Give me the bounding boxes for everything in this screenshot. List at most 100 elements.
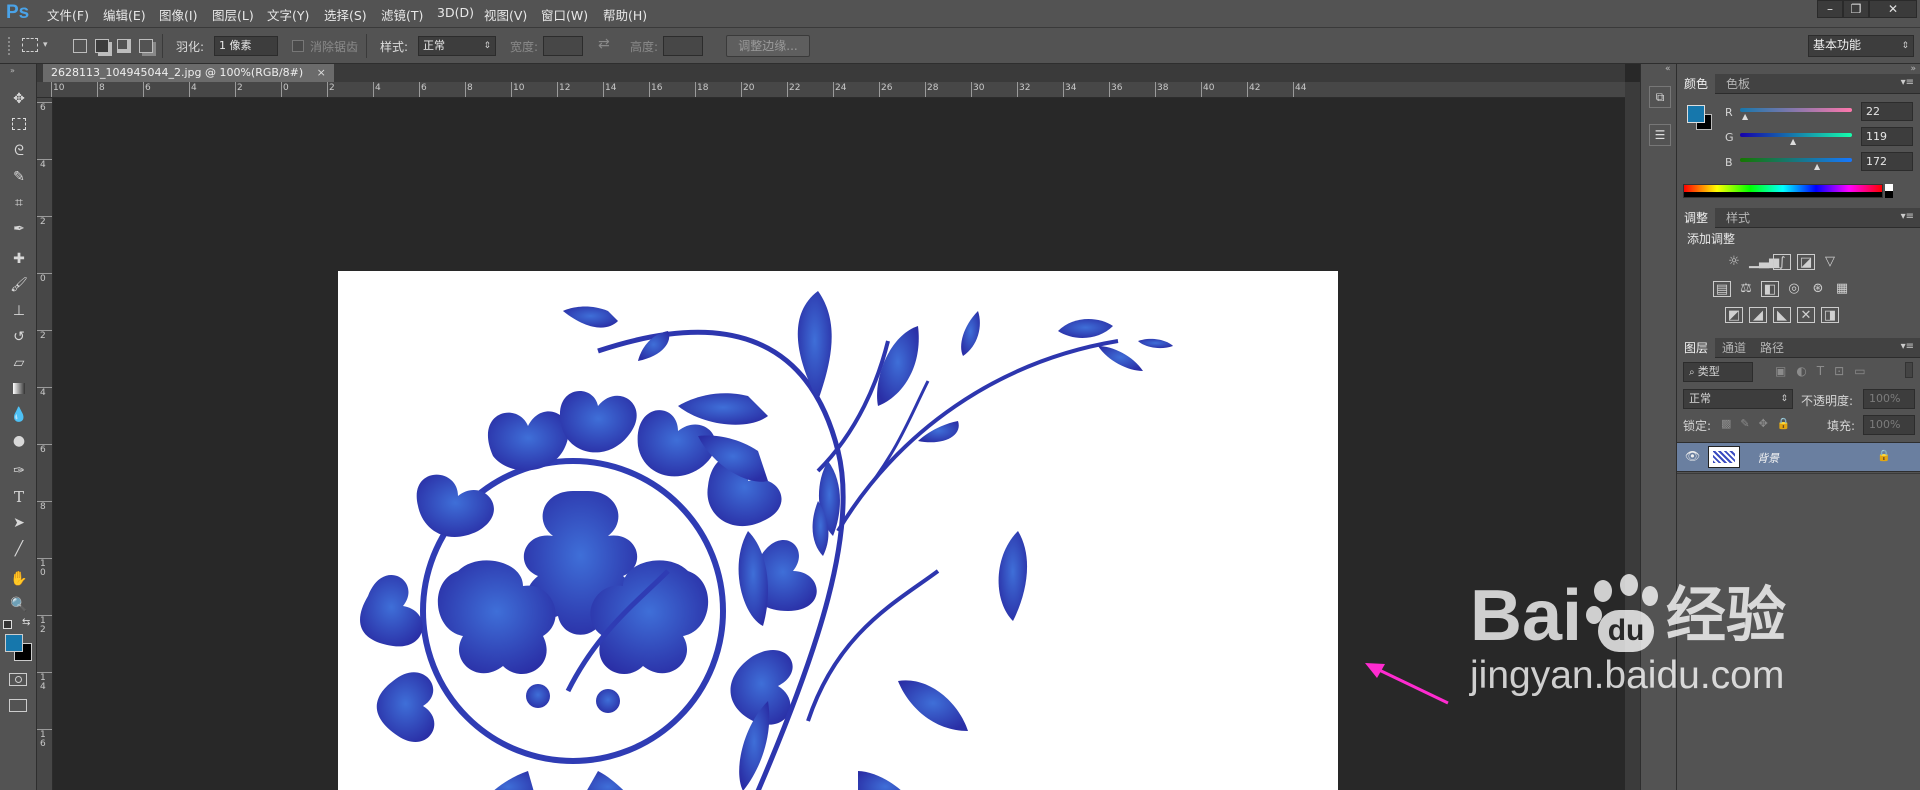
r-slider[interactable]	[1740, 108, 1852, 112]
foreground-color-swatch[interactable]	[5, 634, 23, 652]
marquee-tool-preset-icon[interactable]	[22, 38, 38, 52]
antialias-checkbox[interactable]	[292, 40, 304, 52]
dodge-tool-icon[interactable]: ●	[8, 430, 30, 452]
menu-select[interactable]: 选择(S)	[324, 5, 367, 24]
type-tool-icon[interactable]: T	[8, 486, 30, 508]
black-white-icon[interactable]: ◧	[1761, 281, 1779, 297]
lasso-tool-icon[interactable]: ᘓ	[8, 140, 30, 162]
hue-saturation-icon[interactable]: ▤	[1713, 281, 1731, 297]
eyedropper-icon[interactable]: ✒	[8, 218, 30, 240]
feather-input[interactable]: 1 像素	[214, 36, 278, 56]
brightness-contrast-icon[interactable]: ☼	[1725, 254, 1743, 270]
menu-edit[interactable]: 编辑(E)	[103, 5, 146, 24]
menu-file[interactable]: 文件(F)	[47, 5, 89, 24]
levels-icon[interactable]: ▁▃▅	[1749, 254, 1779, 270]
tab-channels[interactable]: 通道	[1715, 338, 1753, 358]
new-selection-icon[interactable]	[73, 39, 87, 53]
gradient-tool-icon[interactable]	[13, 383, 25, 394]
restore-button[interactable]: ❐	[1843, 0, 1869, 18]
posterize-icon[interactable]: ◢	[1749, 307, 1767, 323]
panel-menu-icon[interactable]: ▾≡	[1901, 341, 1914, 352]
b-slider[interactable]	[1740, 158, 1852, 162]
close-tab-icon[interactable]: ×	[317, 66, 326, 79]
menu-filter[interactable]: 滤镜(T)	[381, 5, 423, 24]
add-selection-icon[interactable]	[95, 39, 109, 53]
collapse-arrows-icon[interactable]: «	[1665, 64, 1671, 74]
blend-mode-select[interactable]: 正常 ⇕	[1683, 389, 1793, 409]
tab-swatches[interactable]: 色板	[1719, 74, 1757, 94]
tab-paths[interactable]: 路径	[1753, 338, 1791, 358]
close-window-button[interactable]: ✕	[1869, 0, 1917, 18]
r-slider-thumb-icon[interactable]: ▲	[1742, 112, 1748, 121]
layer-thumbnail[interactable]	[1708, 446, 1740, 468]
eraser-tool-icon[interactable]: ▱	[8, 352, 30, 374]
menu-view[interactable]: 视图(V)	[484, 5, 527, 24]
tab-color[interactable]: 颜色	[1677, 74, 1716, 94]
curves-icon[interactable]: ∫	[1773, 254, 1791, 270]
crop-tool-icon[interactable]: ⌗	[8, 192, 30, 214]
layer-row-background[interactable]: 👁 背景 🔒	[1677, 442, 1920, 472]
foreground-color-swatch[interactable]	[1687, 105, 1705, 123]
filter-toggle[interactable]	[1905, 362, 1913, 378]
white-swatch[interactable]	[1885, 184, 1893, 191]
photo-filter-icon[interactable]: ◎	[1785, 281, 1803, 297]
document-tab[interactable]: 2628113_104945044_2.jpg @ 100%(RGB/8#) ×	[43, 64, 334, 82]
menu-image[interactable]: 图像(I)	[159, 5, 197, 24]
menu-help[interactable]: 帮助(H)	[603, 5, 647, 24]
history-brush-icon[interactable]: ↺	[8, 326, 30, 348]
workspace-select[interactable]: 基本功能 ⇕	[1808, 35, 1914, 57]
brush-tool-icon[interactable]: 🖌	[8, 274, 30, 296]
exposure-icon[interactable]: ◪	[1797, 254, 1815, 270]
channel-mixer-icon[interactable]: ⊛	[1809, 281, 1827, 297]
properties-panel-icon[interactable]: ☰	[1649, 124, 1671, 146]
b-slider-thumb-icon[interactable]: ▲	[1814, 162, 1820, 171]
horizontal-ruler[interactable]: 10 8 6 4 2 0 2 4 6 8 10 12 14 16 18 20 22 24 26 28 30 32 34 36 3…	[41, 82, 1625, 98]
refine-edge-button[interactable]: 调整边缘...	[726, 35, 810, 57]
g-value-input[interactable]: 119	[1861, 127, 1913, 146]
zoom-tool-icon[interactable]: 🔍	[8, 594, 30, 616]
default-colors-icon[interactable]	[3, 620, 12, 629]
pen-tool-icon[interactable]: ✑	[8, 460, 30, 482]
vibrance-icon[interactable]: ▽	[1821, 254, 1839, 270]
panel-menu-icon[interactable]: ▾≡	[1901, 77, 1914, 88]
preset-dropdown-icon[interactable]: ▾	[43, 40, 48, 50]
history-panel-icon[interactable]: ⧉	[1649, 86, 1671, 108]
black-swatch[interactable]	[1885, 191, 1893, 198]
spot-healing-icon[interactable]: ✚	[8, 248, 30, 270]
tab-layers[interactable]: 图层	[1677, 338, 1716, 358]
r-value-input[interactable]: 22	[1861, 102, 1913, 121]
color-balance-icon[interactable]: ⚖	[1737, 281, 1755, 297]
width-input[interactable]	[543, 36, 583, 56]
g-slider-thumb-icon[interactable]: ▲	[1790, 137, 1796, 146]
collapse-arrows-icon[interactable]: »	[1910, 64, 1916, 74]
lock-icons[interactable]: ▩✎✥🔒	[1721, 417, 1800, 430]
canvas-area[interactable]	[53, 98, 1625, 790]
menu-window[interactable]: 窗口(W)	[541, 5, 588, 24]
quick-selection-icon[interactable]: ✎	[8, 166, 30, 188]
intersect-selection-icon[interactable]	[139, 39, 153, 53]
fill-input[interactable]: 100%	[1863, 415, 1915, 435]
invert-icon[interactable]: ◩	[1725, 307, 1743, 323]
threshold-icon[interactable]: ◣	[1773, 307, 1791, 323]
style-select[interactable]: 正常 ⇕	[418, 36, 496, 56]
blur-tool-icon[interactable]: 💧	[8, 404, 30, 426]
menu-type[interactable]: 文字(Y)	[267, 5, 309, 24]
layer-name[interactable]: 背景	[1757, 450, 1779, 466]
selective-color-icon[interactable]: ✕	[1797, 307, 1815, 323]
layer-filter-icons[interactable]: ▣◐T⊡▭	[1775, 364, 1876, 378]
color-spectrum-ramp[interactable]	[1683, 184, 1883, 198]
minimize-button[interactable]: –	[1817, 0, 1843, 18]
screen-mode-icon[interactable]	[9, 699, 27, 712]
eye-visibility-icon[interactable]: 👁	[1685, 449, 1700, 463]
menu-3d[interactable]: 3D(D)	[437, 5, 474, 20]
gradient-map-icon[interactable]: ◨	[1821, 307, 1839, 323]
collapse-arrows-icon[interactable]: »	[10, 66, 15, 75]
subtract-selection-icon[interactable]	[117, 39, 131, 53]
quick-mask-icon[interactable]	[9, 673, 27, 686]
hand-tool-icon[interactable]: ✋	[8, 568, 30, 590]
clone-stamp-icon[interactable]: ⊥	[8, 300, 30, 322]
height-input[interactable]	[663, 36, 703, 56]
opacity-input[interactable]: 100%	[1863, 389, 1915, 409]
tab-adjustments[interactable]: 调整	[1677, 208, 1716, 228]
layer-filter-select[interactable]: ⌕ 类型	[1683, 362, 1753, 382]
